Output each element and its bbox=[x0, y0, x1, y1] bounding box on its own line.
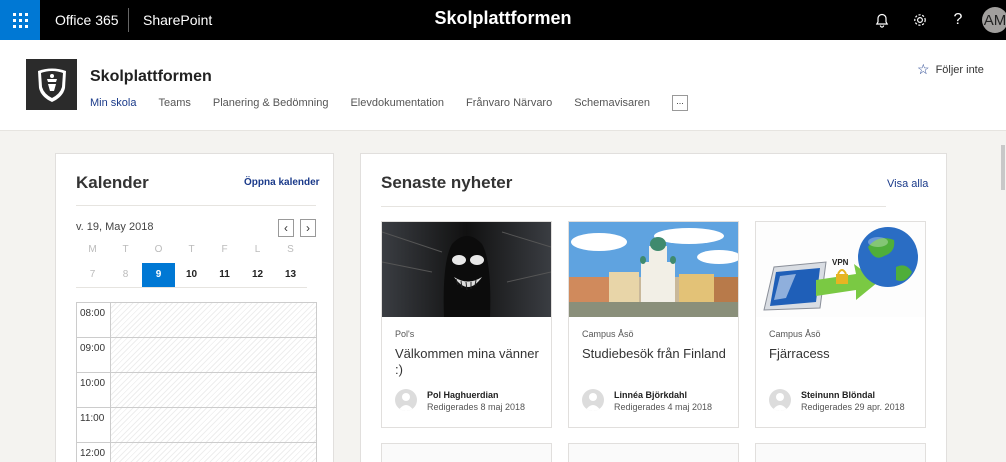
follow-button[interactable]: ☆ Följer inte bbox=[917, 61, 984, 78]
waffle-icon[interactable] bbox=[0, 0, 40, 40]
nav-item-teams[interactable]: Teams bbox=[158, 97, 190, 109]
time-label: 10:00 bbox=[77, 373, 111, 407]
news-tile[interactable] bbox=[568, 443, 739, 462]
weekday-label: O bbox=[154, 244, 163, 255]
news-image bbox=[382, 222, 551, 317]
calendar-title: Kalender bbox=[76, 173, 149, 192]
site-logo[interactable] bbox=[26, 59, 77, 110]
suite-bar: Office 365 SharePoint Skolplattformen ? … bbox=[0, 0, 1006, 40]
nav-more-button[interactable]: ... bbox=[672, 95, 689, 111]
date-cell[interactable]: 13 bbox=[274, 263, 307, 287]
news-tile[interactable]: Campus Åsö Studiebesök från Finland Linn… bbox=[568, 221, 739, 428]
news-author: Pol Haghuerdian bbox=[427, 390, 499, 400]
star-icon: ☆ bbox=[917, 61, 930, 77]
nav-item-elevdokumentation[interactable]: Elevdokumentation bbox=[350, 97, 444, 109]
news-category: Campus Åsö bbox=[769, 329, 821, 339]
nav-item-planering[interactable]: Planering & Bedömning bbox=[213, 97, 329, 109]
weekday-label: S bbox=[287, 244, 294, 255]
news-webpart: Senaste nyheter Visa alla Pol's Välkomme… bbox=[360, 153, 947, 462]
help-icon[interactable]: ? bbox=[939, 0, 977, 40]
nav-item-min-skola[interactable]: Min skola bbox=[90, 97, 136, 109]
weekday-label: M bbox=[88, 244, 97, 255]
news-edited: Redigerades 4 maj 2018 bbox=[614, 402, 713, 412]
weekday-label: F bbox=[221, 244, 228, 255]
follow-label: Följer inte bbox=[935, 63, 984, 76]
news-tile[interactable] bbox=[381, 443, 552, 462]
chevron-left-icon[interactable]: ‹ bbox=[278, 219, 294, 237]
time-grid: 08:00 09:00 10:00 11:00 12:00 bbox=[76, 302, 317, 462]
news-author: Linnéa Björkdahl bbox=[614, 390, 688, 400]
scrollbar-thumb[interactable] bbox=[1001, 145, 1005, 190]
open-calendar-link[interactable]: Öppna kalender bbox=[244, 177, 320, 188]
site-title[interactable]: Skolplattformen bbox=[90, 68, 212, 86]
news-tile[interactable]: Pol's Välkommen mina vänner :) Pol Haghu… bbox=[381, 221, 552, 428]
divider bbox=[76, 205, 316, 206]
news-headline[interactable]: Fjärracess bbox=[769, 346, 919, 362]
divider bbox=[381, 206, 886, 207]
weekday-label: T bbox=[188, 244, 195, 255]
news-author: Steinunn Blöndal bbox=[801, 390, 875, 400]
person-icon bbox=[395, 389, 417, 411]
date-row: 7 8 9 10 11 12 13 bbox=[76, 263, 307, 288]
news-image: VPN bbox=[756, 222, 925, 317]
weekday-label: L bbox=[254, 244, 261, 255]
bell-icon[interactable] bbox=[863, 0, 901, 40]
date-cell-selected[interactable]: 9 bbox=[142, 263, 175, 287]
news-category: Pol's bbox=[395, 329, 415, 339]
sharepoint-link[interactable]: SharePoint bbox=[143, 12, 212, 28]
news-image bbox=[569, 222, 738, 317]
user-avatar[interactable]: AM bbox=[982, 7, 1006, 33]
person-icon bbox=[769, 389, 791, 411]
time-slot[interactable] bbox=[111, 303, 316, 337]
time-label: 09:00 bbox=[77, 338, 111, 372]
time-slot[interactable] bbox=[111, 408, 316, 442]
news-edited: Redigerades 29 apr. 2018 bbox=[801, 402, 905, 412]
week-label: v. 19, May 2018 bbox=[76, 221, 154, 233]
news-edited: Redigerades 8 maj 2018 bbox=[427, 402, 526, 412]
news-tile[interactable] bbox=[755, 443, 926, 462]
weekday-header: M T O T F L S bbox=[76, 244, 307, 258]
image-vpn-label: VPN bbox=[832, 258, 849, 267]
time-slot[interactable] bbox=[111, 373, 316, 407]
news-headline[interactable]: Välkommen mina vänner :) bbox=[395, 346, 545, 378]
date-cell[interactable]: 8 bbox=[109, 263, 142, 287]
news-tile[interactable]: VPN Campus Åsö Fjärracess Steinunn Blönd… bbox=[755, 221, 926, 428]
show-all-link[interactable]: Visa alla bbox=[887, 178, 928, 190]
calendar-webpart: Kalender Öppna kalender v. 19, May 2018 … bbox=[55, 153, 334, 462]
date-cell[interactable]: 11 bbox=[208, 263, 241, 287]
nav-item-franvaro[interactable]: Frånvaro Närvaro bbox=[466, 97, 552, 109]
time-label: 08:00 bbox=[77, 303, 111, 337]
time-slot[interactable] bbox=[111, 443, 316, 462]
date-cell[interactable]: 12 bbox=[241, 263, 274, 287]
time-label: 11:00 bbox=[77, 408, 111, 442]
site-header: Skolplattformen Min skola Teams Planerin… bbox=[0, 40, 1006, 131]
office-365-link[interactable]: Office 365 bbox=[55, 12, 119, 28]
weekday-label: T bbox=[122, 244, 129, 255]
time-label: 12:00 bbox=[77, 443, 111, 462]
chevron-right-icon[interactable]: › bbox=[300, 219, 316, 237]
top-navigation: Min skola Teams Planering & Bedömning El… bbox=[90, 95, 689, 111]
news-title: Senaste nyheter bbox=[381, 173, 513, 192]
time-slot[interactable] bbox=[111, 338, 316, 372]
date-cell[interactable]: 10 bbox=[175, 263, 208, 287]
nav-item-schemavisaren[interactable]: Schemavisaren bbox=[574, 97, 650, 109]
news-category: Campus Åsö bbox=[582, 329, 634, 339]
news-headline[interactable]: Studiebesök från Finland bbox=[582, 346, 732, 362]
gear-icon[interactable] bbox=[901, 0, 939, 40]
person-icon bbox=[582, 389, 604, 411]
suite-divider bbox=[128, 8, 129, 32]
date-cell[interactable]: 7 bbox=[76, 263, 109, 287]
